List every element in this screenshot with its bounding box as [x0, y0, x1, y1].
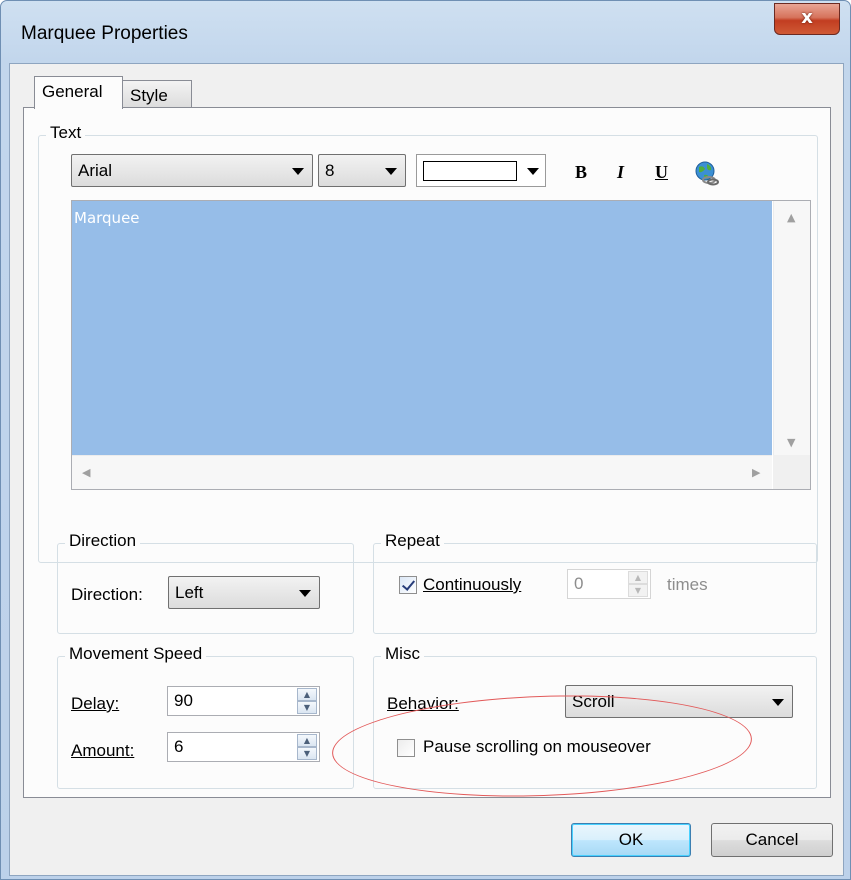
behavior-select[interactable]: Scroll	[565, 685, 793, 718]
font-size-select[interactable]: 8	[318, 154, 406, 187]
delay-label: Delay:	[71, 694, 120, 713]
repeat-times-spinner[interactable]: 0 ▲ ▼	[567, 569, 651, 599]
chevron-down-icon	[527, 168, 539, 175]
repeat-group-label: Repeat	[381, 531, 444, 551]
direction-value: Left	[175, 583, 204, 602]
delay-spinner[interactable]: 90 ▲ ▼	[167, 686, 320, 716]
scrollbar-corner	[773, 455, 810, 489]
spin-down-icon[interactable]: ▼	[297, 747, 317, 760]
movement-speed-group-label: Movement Speed	[65, 644, 207, 664]
marquee-text-area[interactable]: Marquee ▲ ▼ ◀ ▶	[71, 200, 811, 490]
behavior-label: Behavior:	[387, 694, 459, 713]
spin-up-icon[interactable]: ▲	[297, 688, 317, 701]
underline-button[interactable]: U	[655, 162, 668, 183]
tab-style[interactable]: Style	[122, 80, 192, 108]
vertical-scrollbar[interactable]: ▲ ▼	[773, 201, 810, 455]
continuously-checkbox[interactable]	[399, 576, 417, 594]
bold-button[interactable]: B	[575, 162, 587, 183]
close-icon: x	[801, 7, 813, 28]
font-family-select[interactable]: Arial	[71, 154, 313, 187]
ok-button[interactable]: OK	[571, 823, 691, 857]
italic-button[interactable]: I	[617, 162, 624, 183]
dialog-window: Marquee Properties x General Style Text …	[0, 0, 851, 880]
amount-value: 6	[174, 737, 184, 756]
chevron-down-icon	[772, 699, 784, 706]
scroll-down-icon[interactable]: ▼	[787, 436, 795, 449]
scroll-left-icon[interactable]: ◀	[82, 466, 90, 479]
scroll-right-icon[interactable]: ▶	[752, 466, 760, 479]
tab-style-label: Style	[130, 86, 168, 105]
spin-down-icon[interactable]: ▼	[297, 701, 317, 714]
spin-up-icon[interactable]: ▲	[628, 571, 648, 584]
misc-group-label: Misc	[381, 644, 424, 664]
title-bar[interactable]: Marquee Properties x	[1, 1, 850, 63]
continuously-label[interactable]: Continuously	[423, 575, 521, 595]
pause-on-mouseover-label[interactable]: Pause scrolling on mouseover	[423, 737, 651, 757]
font-color-picker[interactable]	[416, 154, 546, 187]
dialog-client-area: General Style Text Arial 8 B I U Marquee…	[9, 63, 844, 876]
repeat-times-value: 0	[574, 574, 584, 593]
times-label: times	[667, 575, 708, 594]
tab-general[interactable]: General	[34, 76, 123, 109]
chevron-down-icon	[292, 168, 304, 175]
direction-select[interactable]: Left	[168, 576, 320, 609]
amount-spinner[interactable]: 6 ▲ ▼	[167, 732, 320, 762]
direction-group-label: Direction	[65, 531, 141, 551]
direction-label: Direction:	[71, 585, 143, 604]
tab-general-label: General	[42, 82, 103, 101]
globe-link-icon[interactable]	[693, 160, 719, 186]
font-size-value: 8	[325, 161, 335, 180]
font-family-value: Arial	[78, 161, 113, 180]
cancel-button[interactable]: Cancel	[711, 823, 833, 857]
general-tab-page: Text Arial 8 B I U Marquee ▲ ▼ ◀ ▶ Direc…	[23, 107, 831, 798]
color-swatch	[423, 161, 517, 181]
close-button[interactable]: x	[774, 3, 840, 35]
horizontal-scrollbar[interactable]: ◀ ▶	[72, 455, 772, 489]
marquee-text-content[interactable]: Marquee	[72, 201, 772, 455]
spin-down-icon[interactable]: ▼	[628, 584, 648, 597]
chevron-down-icon	[299, 590, 311, 597]
dialog-title: Marquee Properties	[21, 23, 188, 44]
scroll-up-icon[interactable]: ▲	[787, 211, 795, 224]
misc-group: Misc	[373, 644, 817, 789]
movement-speed-group: Movement Speed	[57, 644, 354, 789]
text-group-label: Text	[46, 123, 86, 143]
chevron-down-icon	[385, 168, 397, 175]
delay-value: 90	[174, 691, 193, 710]
spin-up-icon[interactable]: ▲	[297, 734, 317, 747]
pause-on-mouseover-checkbox[interactable]	[397, 739, 415, 757]
behavior-value: Scroll	[572, 692, 615, 711]
amount-label: Amount:	[71, 741, 135, 760]
